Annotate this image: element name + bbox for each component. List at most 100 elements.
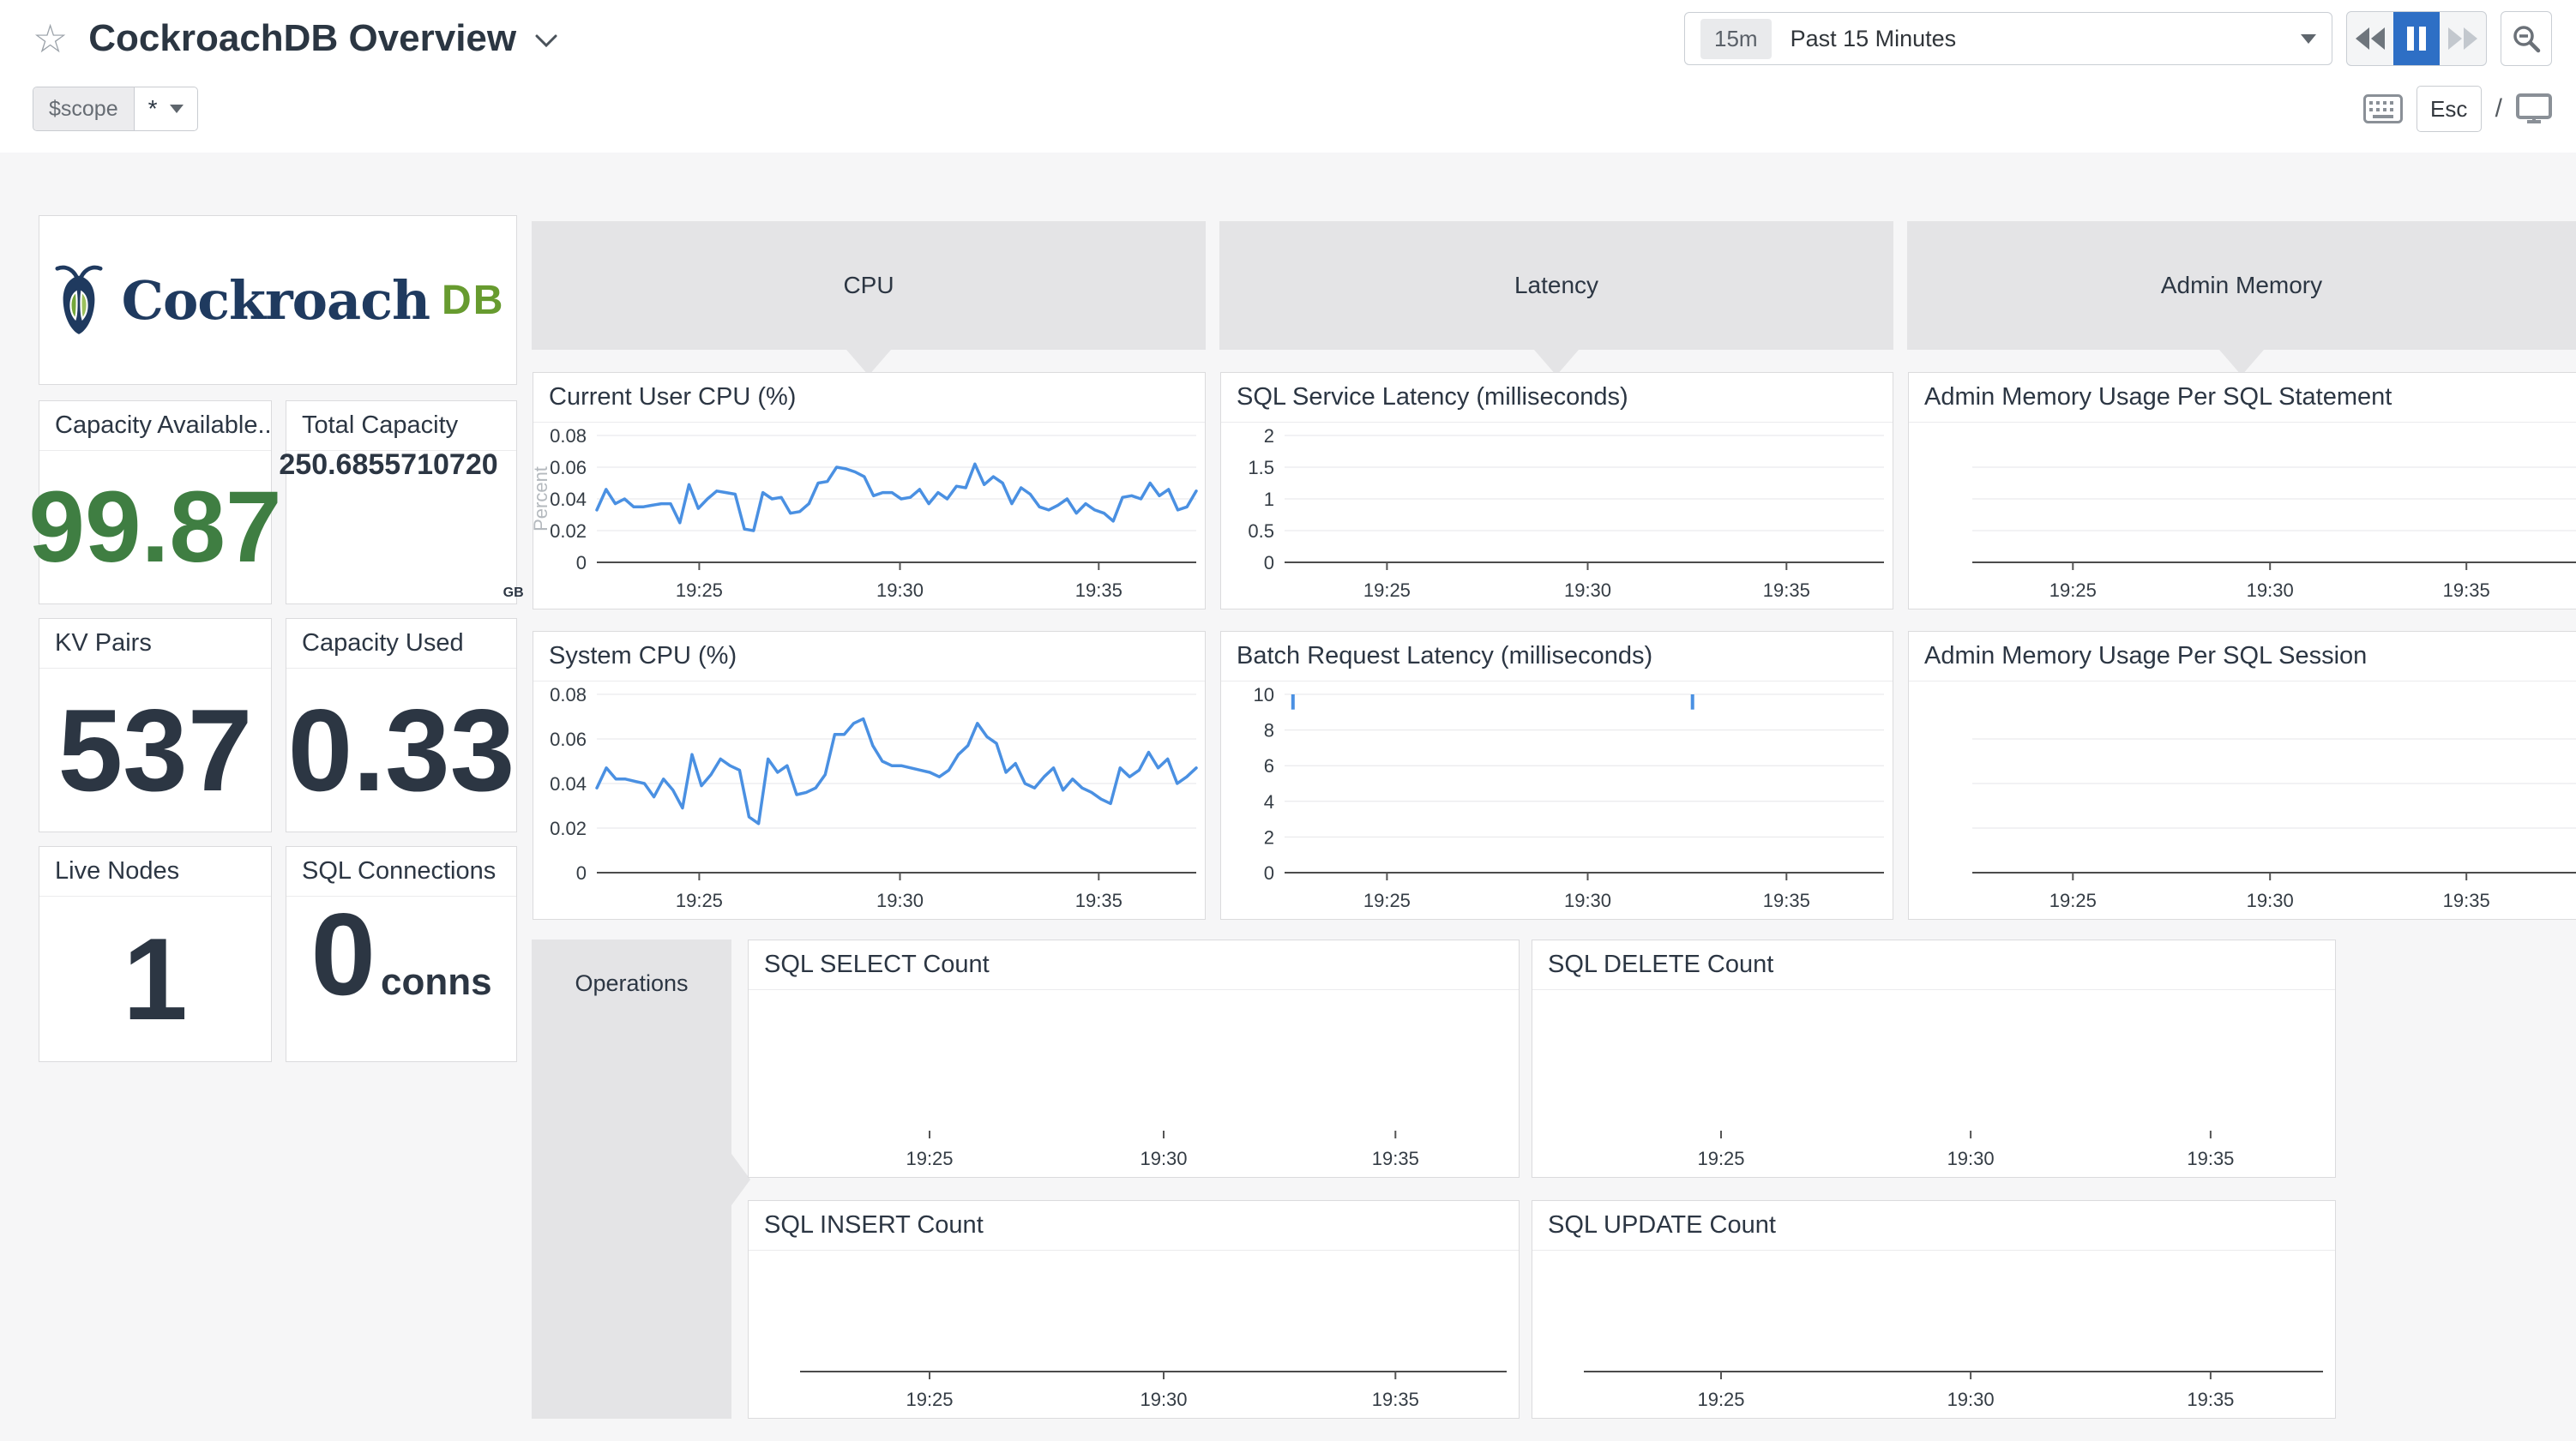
chart-card-sql-service-latency: SQL Service Latency (milliseconds) 21.51… [1220, 372, 1893, 609]
caret-down-icon [170, 105, 184, 113]
chart-card-current-user-cpu: Current User CPU (%) 0.080.060.040.02019… [533, 372, 1206, 609]
svg-text:0.5: 0.5 [1248, 520, 1274, 542]
svg-text:19:35: 19:35 [2443, 579, 2490, 601]
chart-plot-sql-insert-count[interactable]: 19:2519:3019:35 [749, 1250, 1519, 1418]
keyboard-icon[interactable] [2363, 94, 2403, 123]
chart-plot-admin-memory-session[interactable]: 19:25 19:30 19:35 [1909, 681, 2576, 919]
svg-text:0.08: 0.08 [550, 425, 587, 447]
stat-label: Capacity Used [286, 619, 516, 669]
svg-text:19:25: 19:25 [1363, 579, 1411, 601]
skip-back-button[interactable] [2347, 12, 2393, 65]
chart-plot-current-user-cpu[interactable]: 0.080.060.040.02019:2519:3019:35Percent [533, 422, 1205, 609]
group-header-cpu[interactable]: CPU [532, 221, 1206, 350]
svg-text:Percent: Percent [533, 466, 551, 531]
cockroachdb-logo-card: Cockroach DB [39, 215, 517, 385]
svg-text:2: 2 [1264, 826, 1274, 848]
group-header-latency[interactable]: Latency [1219, 221, 1893, 350]
svg-text:19:35: 19:35 [1763, 890, 1810, 911]
pause-button[interactable] [2393, 12, 2440, 65]
svg-text:19:35: 19:35 [1763, 579, 1810, 601]
esc-key-button[interactable]: Esc [2417, 86, 2482, 132]
svg-text:19:35: 19:35 [1075, 579, 1122, 601]
svg-text:19:35: 19:35 [2187, 1148, 2234, 1169]
svg-text:0: 0 [576, 552, 587, 573]
stat-label: Total Capacity [286, 401, 516, 451]
chart-title: Batch Request Latency (milliseconds) [1221, 632, 1893, 681]
svg-text:19:35: 19:35 [2443, 890, 2490, 911]
stat-label: Capacity Available... [39, 401, 271, 451]
svg-text:0: 0 [1264, 862, 1274, 884]
chart-card-batch-request-latency: Batch Request Latency (milliseconds) 108… [1220, 631, 1893, 920]
scope-value-dropdown[interactable]: * [135, 87, 197, 130]
svg-text:19:30: 19:30 [1564, 579, 1611, 601]
stat-label: Live Nodes [39, 847, 271, 897]
group-title: Operations [532, 970, 731, 997]
pause-icon [2407, 27, 2426, 51]
stat-value: 0.33 [288, 692, 515, 808]
svg-text:0.06: 0.06 [550, 729, 587, 750]
stat-card-sql-connections: SQL Connections 0 conns [286, 846, 517, 1062]
svg-text:0.04: 0.04 [550, 489, 587, 510]
svg-text:19:25: 19:25 [1697, 1389, 1744, 1410]
cockroach-bug-icon [51, 263, 106, 337]
chart-plot-sql-service-latency[interactable]: 21.510.5019:2519:3019:35 [1221, 422, 1893, 609]
svg-text:4: 4 [1264, 791, 1274, 813]
chart-card-sql-insert-count: SQL INSERT Count 19:2519:3019:35 [748, 1200, 1520, 1419]
chevron-down-icon[interactable] [535, 34, 557, 52]
stat-value: 537 [58, 692, 253, 808]
caret-down-icon [2301, 34, 2316, 44]
skip-forward-button[interactable] [2440, 12, 2486, 65]
svg-text:19:30: 19:30 [2247, 890, 2294, 911]
svg-text:19:35: 19:35 [2187, 1389, 2234, 1410]
stat-card-capacity-available: Capacity Available... 99.87 [39, 400, 272, 604]
chart-title: SQL INSERT Count [749, 1201, 1519, 1251]
stat-value: 1 [123, 921, 188, 1037]
svg-text:19:35: 19:35 [1372, 1148, 1419, 1169]
svg-text:19:25: 19:25 [2049, 579, 2097, 601]
logo-wordmark: Cockroach [122, 269, 430, 332]
stat-card-capacity-used: Capacity Used 0.33 [286, 618, 517, 832]
chart-title: SQL UPDATE Count [1532, 1201, 2335, 1251]
chart-plot-sql-delete-count[interactable]: 19:2519:3019:35 [1532, 989, 2335, 1177]
svg-text:19:30: 19:30 [1140, 1389, 1187, 1410]
shortcut-separator: / [2495, 94, 2502, 123]
star-icon[interactable]: ☆ [33, 19, 68, 58]
svg-text:19:25: 19:25 [1697, 1148, 1744, 1169]
skip-forward-icon [2448, 27, 2477, 50]
chart-card-admin-memory-statement: Admin Memory Usage Per SQL Statement 19:… [1908, 372, 2576, 609]
svg-text:0.02: 0.02 [550, 520, 587, 542]
group-title: Latency [1514, 272, 1598, 299]
stat-unit: GB [503, 586, 524, 600]
dashboard-screen: ☆ CockroachDB Overview 15m Past 15 Minut… [0, 0, 2576, 1441]
svg-text:0: 0 [576, 862, 587, 884]
tv-screen-icon[interactable] [2516, 93, 2552, 124]
stat-value: 0 [310, 896, 376, 1012]
time-range-picker[interactable]: 15m Past 15 Minutes [1684, 12, 2332, 65]
time-controls: 15m Past 15 Minutes [1684, 11, 2552, 66]
group-header-operations[interactable]: Operations [532, 940, 731, 1419]
svg-text:2: 2 [1264, 425, 1274, 447]
chart-title: System CPU (%) [533, 632, 1205, 681]
svg-text:19:30: 19:30 [1947, 1389, 1995, 1410]
zoom-out-button[interactable] [2501, 11, 2552, 66]
svg-text:19:25: 19:25 [2049, 890, 2097, 911]
chart-plot-sql-select-count[interactable]: 19:2519:3019:35 [749, 989, 1519, 1177]
svg-text:19:25: 19:25 [906, 1148, 953, 1169]
stat-value: 99.87 [28, 477, 281, 578]
svg-text:6: 6 [1264, 755, 1274, 777]
chart-plot-system-cpu[interactable]: 0.080.060.040.02019:2519:3019:35 [533, 681, 1205, 919]
page-title[interactable]: CockroachDB Overview [88, 17, 516, 60]
chart-plot-sql-update-count[interactable]: 19:25 19:30 19:35 [1532, 1250, 2335, 1418]
zoom-out-icon [2512, 24, 2541, 53]
group-header-admin-memory[interactable]: Admin Memory [1907, 221, 2576, 350]
chart-card-sql-select-count: SQL SELECT Count 19:2519:3019:35 [748, 940, 1520, 1178]
stat-card-live-nodes: Live Nodes 1 [39, 846, 272, 1062]
time-range-badge: 15m [1700, 19, 1772, 59]
chart-title: Admin Memory Usage Per SQL Session [1909, 632, 2576, 681]
svg-text:8: 8 [1264, 720, 1274, 742]
chart-plot-admin-memory-statement[interactable]: 19:2519:3019:35 [1909, 422, 2576, 609]
logo-db-suffix: DB [442, 277, 504, 324]
svg-text:0.08: 0.08 [550, 684, 587, 705]
scope-name: $scope [33, 87, 135, 130]
chart-plot-batch-request-latency[interactable]: 108642019:2519:3019:35 [1221, 681, 1893, 919]
